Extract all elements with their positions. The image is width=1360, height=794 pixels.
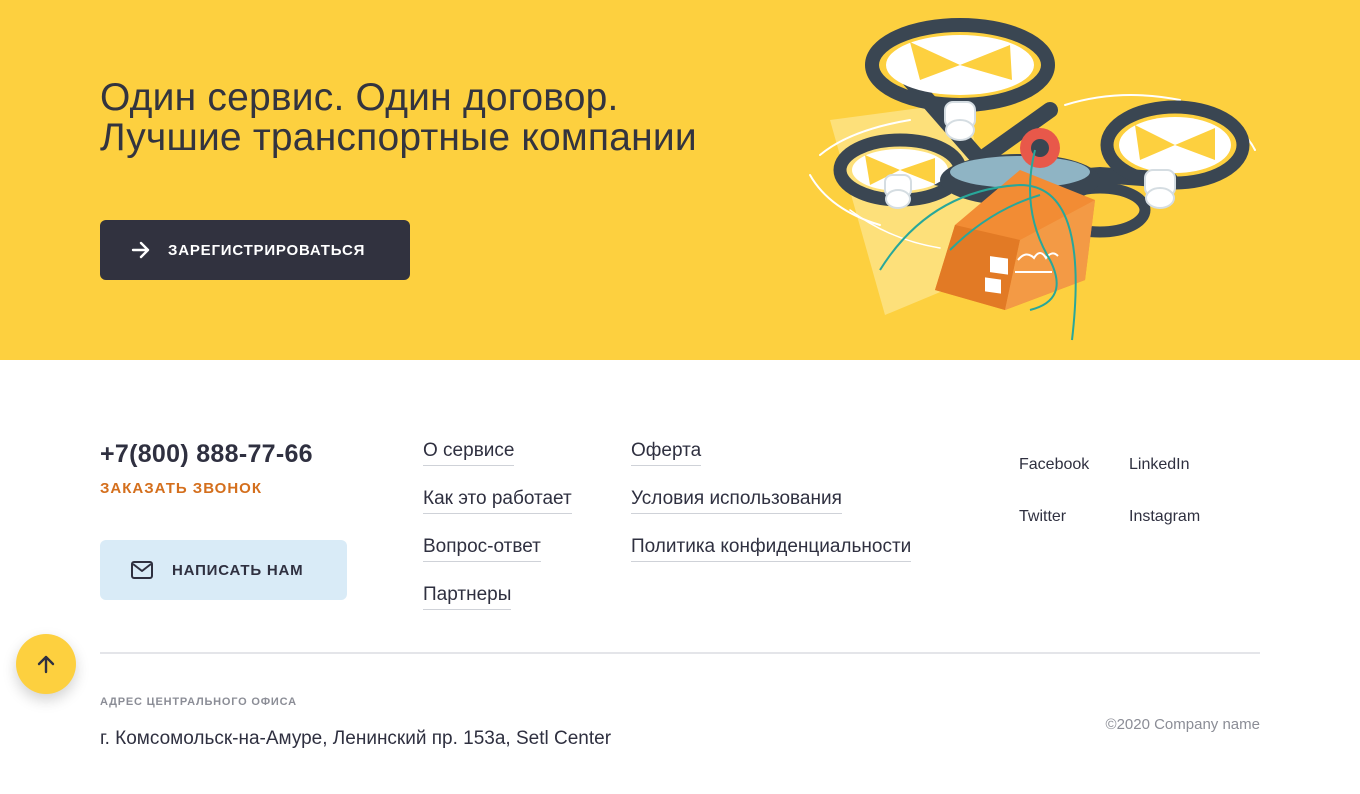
write-us-button[interactable]: НАПИСАТЬ НАМ — [100, 540, 347, 600]
social-link-instagram[interactable]: Instagram — [1129, 508, 1200, 526]
scroll-to-top-button[interactable] — [16, 634, 76, 694]
nav-link-partners[interactable]: Партнеры — [423, 584, 512, 610]
delivery-drone-illustration — [809, 18, 1256, 341]
order-callback-link[interactable]: ЗАКАЗАТЬ ЗВОНОК — [100, 480, 262, 497]
mail-icon — [130, 560, 154, 580]
nav-link-how-it-works[interactable]: Как это работает — [423, 488, 572, 514]
arrow-up-icon — [35, 653, 57, 675]
office-address-label: АДРЕС ЦЕНТРАЛЬНОГО ОФИСА — [100, 696, 297, 708]
nav-link-faq[interactable]: Вопрос-ответ — [423, 536, 541, 562]
copyright: ©2020 Company name — [1105, 716, 1260, 733]
phone-number[interactable]: +7(800) 888-77-66 — [100, 440, 313, 469]
footer-divider — [100, 652, 1260, 654]
arrow-right-icon — [130, 239, 152, 261]
register-button-label: ЗАРЕГИСТРИРОВАТЬСЯ — [168, 241, 366, 259]
nav-link-privacy[interactable]: Политика конфиденциальности — [631, 536, 912, 562]
nav-link-terms[interactable]: Условия использования — [631, 488, 842, 514]
hero-banner: Один сервис. Один договор. Лучшие трансп… — [0, 0, 1360, 360]
register-button[interactable]: ЗАРЕГИСТРИРОВАТЬСЯ — [100, 220, 410, 280]
social-link-twitter[interactable]: Twitter — [1019, 508, 1066, 526]
hero-title-line-1: Один сервис. Один договор. — [100, 76, 619, 119]
social-link-facebook[interactable]: Facebook — [1019, 456, 1089, 474]
write-us-label: НАПИСАТЬ НАМ — [172, 561, 304, 579]
nav-link-about[interactable]: О сервисе — [423, 440, 515, 466]
hero-title-line-2: Лучшие транспортные компании — [100, 116, 697, 159]
social-link-linkedin[interactable]: LinkedIn — [1129, 456, 1190, 474]
footer: +7(800) 888-77-66 ЗАКАЗАТЬ ЗВОНОК НАПИСА… — [0, 360, 1360, 794]
office-address: г. Комсомольск-на-Амуре, Ленинский пр. 1… — [100, 728, 612, 749]
nav-link-offer[interactable]: Оферта — [631, 440, 702, 466]
hero-title: Один сервис. Один договор. Лучшие трансп… — [100, 78, 697, 158]
